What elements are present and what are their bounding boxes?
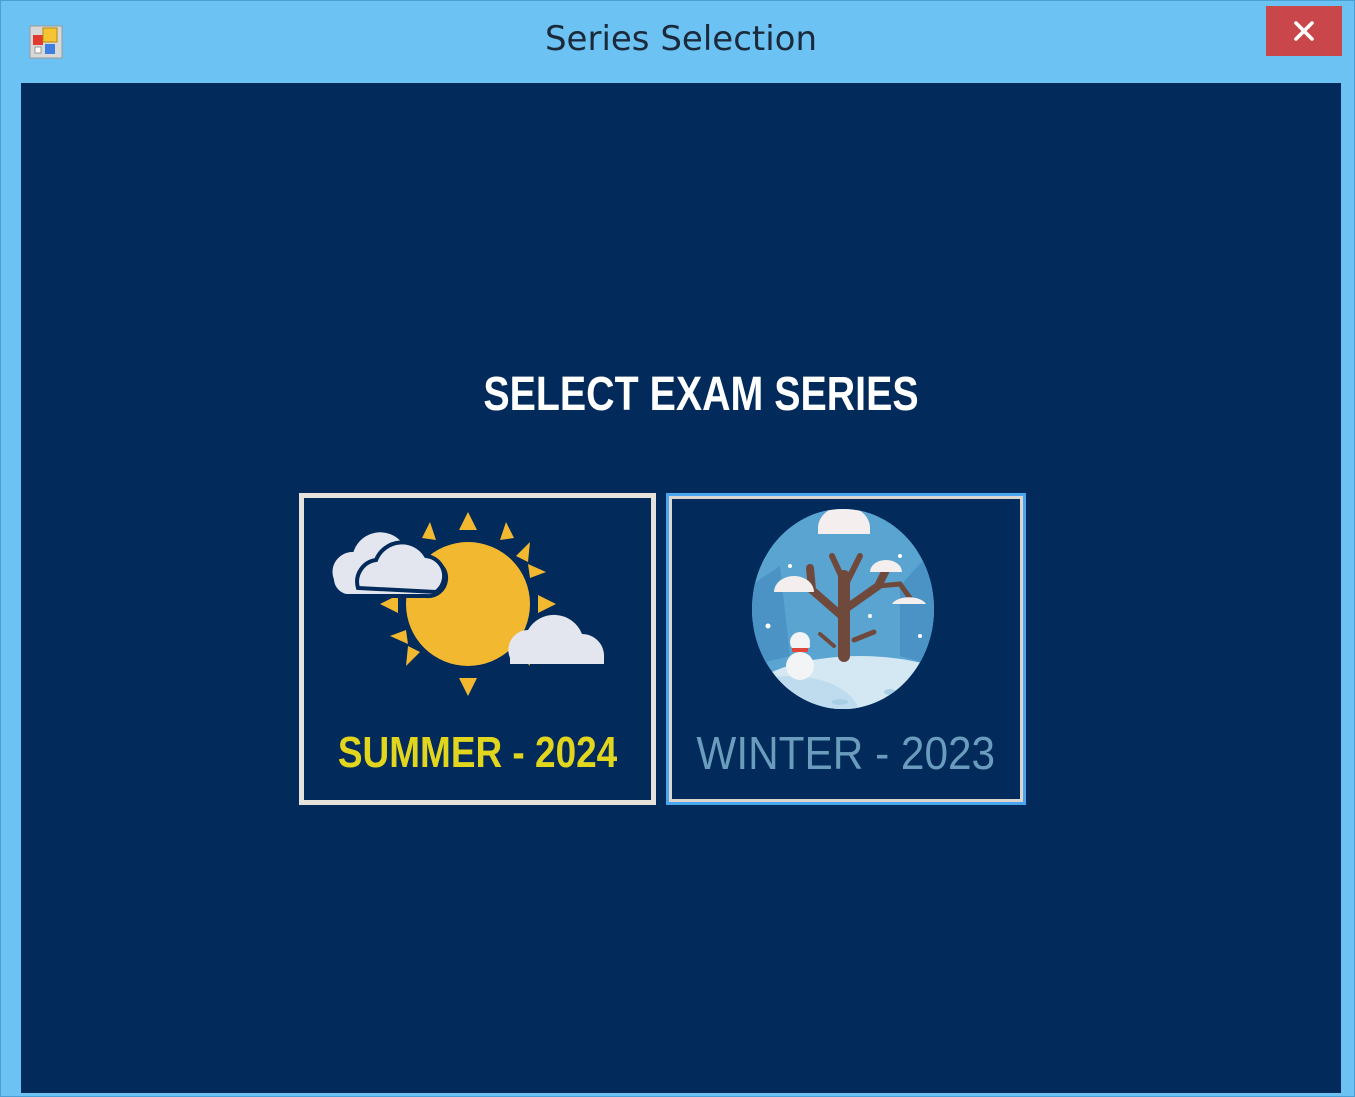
close-icon bbox=[1294, 21, 1314, 41]
client-area: SELECT EXAM SERIES SUMMER - 2024 WINTER … bbox=[21, 83, 1341, 1093]
window-title: Series Selection bbox=[544, 19, 818, 59]
close-button[interactable] bbox=[1266, 6, 1342, 56]
sun-with-clouds-icon bbox=[328, 512, 605, 696]
title-bar[interactable]: Series Selection bbox=[1, 1, 1354, 81]
winter-series-label: WINTER - 2023 bbox=[696, 727, 996, 779]
snowy-tree-icon bbox=[752, 509, 934, 709]
winter-series-button[interactable]: WINTER - 2023 bbox=[666, 493, 1026, 805]
series-selection-window: Series Selection SELECT EXAM SERIES SUMM… bbox=[0, 0, 1355, 1097]
summer-series-label: SUMMER - 2024 bbox=[337, 728, 618, 777]
page-heading: SELECT EXAM SERIES bbox=[483, 368, 919, 421]
summer-series-button[interactable]: SUMMER - 2024 bbox=[299, 493, 656, 805]
